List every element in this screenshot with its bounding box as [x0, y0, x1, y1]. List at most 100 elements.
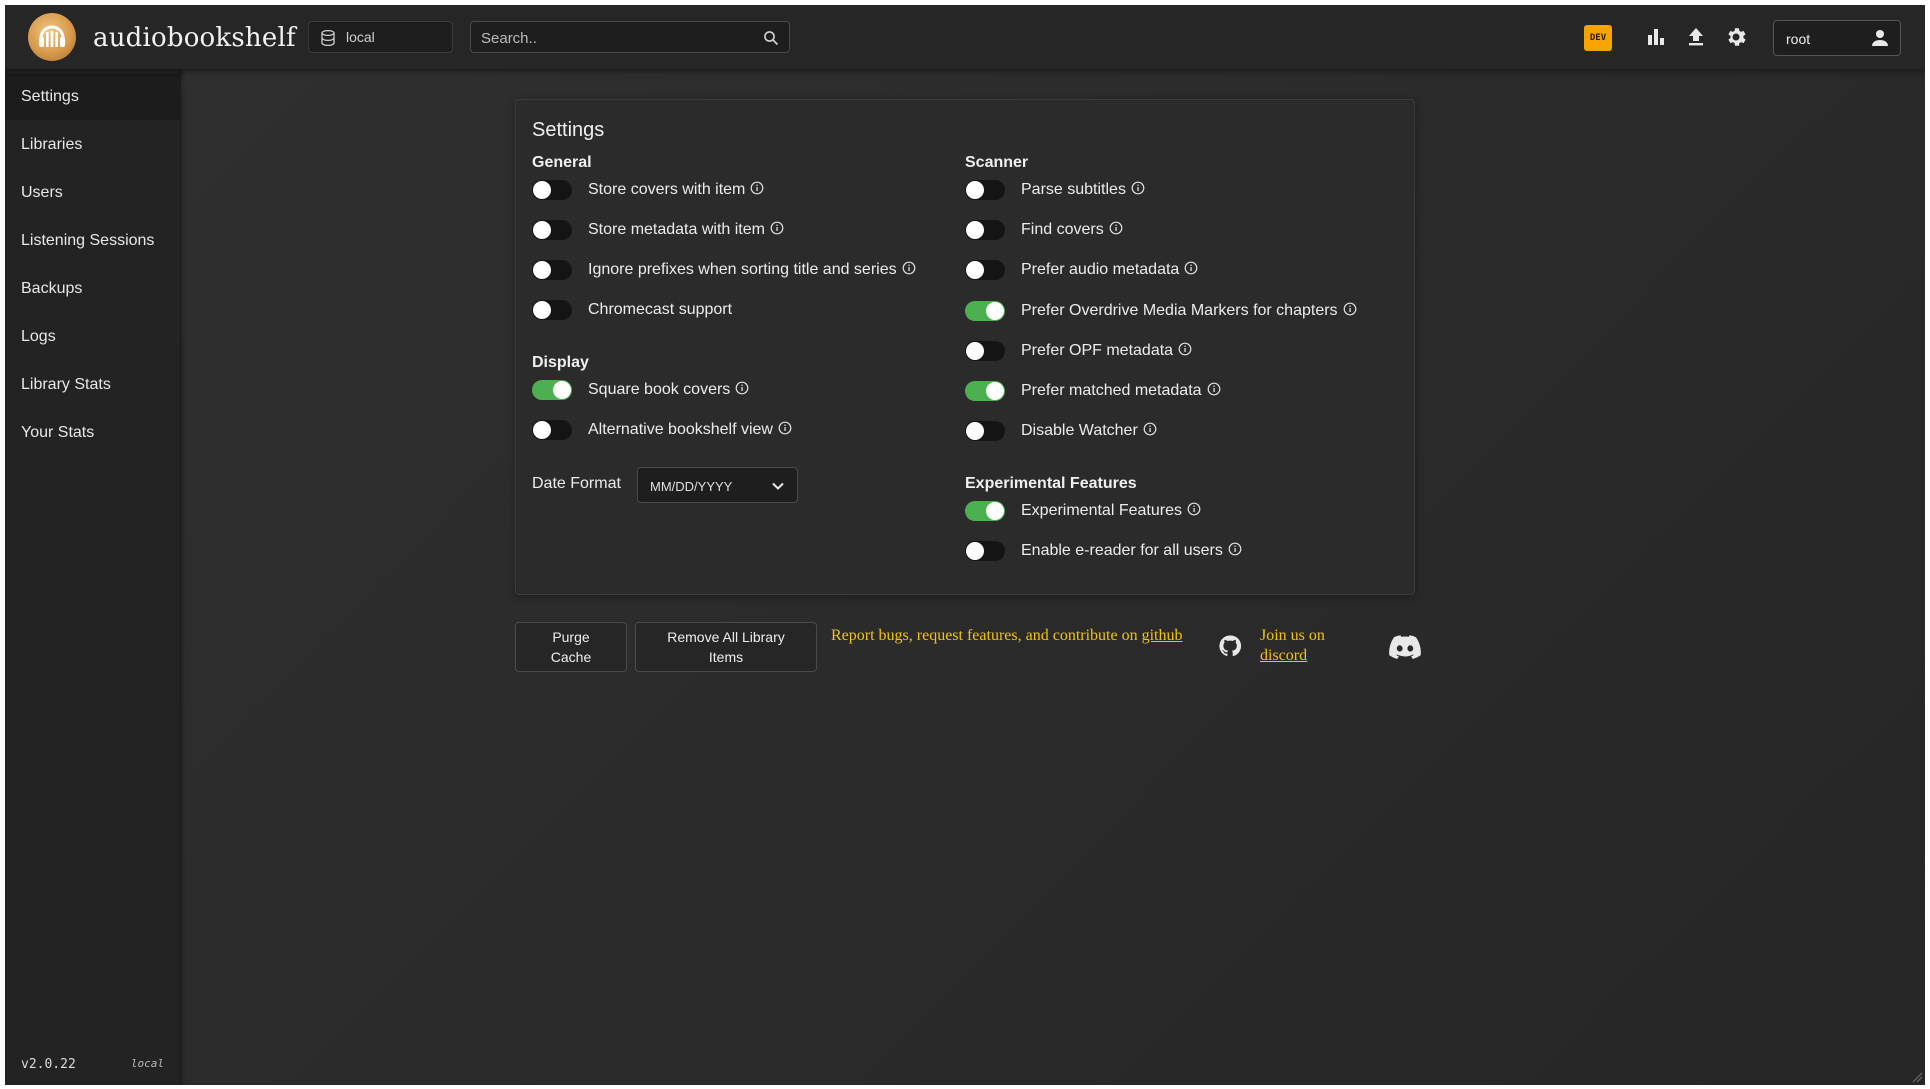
info-icon[interactable] [778, 421, 792, 435]
setting-prefer-opf: Prefer OPF metadata [965, 338, 1192, 364]
experimental-features-toggle[interactable] [965, 501, 1005, 521]
info-icon[interactable] [1184, 261, 1198, 275]
info-icon[interactable] [750, 181, 764, 195]
user-menu-button[interactable]: root [1773, 20, 1901, 56]
setting-chromecast: Chromecast support [532, 297, 732, 323]
setting-label: Prefer OPF metadata [1021, 342, 1174, 359]
date-format-select[interactable]: MM/DD/YYYY [637, 467, 798, 503]
info-icon[interactable] [1178, 342, 1192, 356]
prefer-opf-toggle[interactable] [965, 341, 1005, 361]
remove-all-library-items-button[interactable]: Remove All Library Items [635, 622, 817, 672]
prefer-overdrive-toggle[interactable] [965, 301, 1005, 321]
settings-title: Settings [532, 119, 605, 141]
username: root [1786, 31, 1811, 47]
info-icon[interactable] [1131, 181, 1145, 195]
setting-label: Prefer matched metadata [1021, 382, 1202, 399]
join-discord-text: Join us on discord [1260, 626, 1350, 666]
sidebar-item-listening-sessions[interactable]: Listening Sessions [5, 217, 181, 264]
sidebar-item-library-stats[interactable]: Library Stats [5, 361, 181, 408]
ignore-prefixes-toggle[interactable] [532, 260, 572, 280]
chromecast-toggle[interactable] [532, 300, 572, 320]
app-header: audiobookshelf local DEV [5, 5, 1925, 69]
info-icon[interactable] [1343, 302, 1357, 316]
date-format-value: MM/DD/YYYY [650, 479, 733, 494]
disable-watcher-toggle[interactable] [965, 421, 1005, 441]
info-icon[interactable] [770, 221, 784, 235]
purge-cache-button[interactable]: Purge Cache [515, 622, 627, 672]
github-icon[interactable] [1218, 634, 1242, 658]
setting-label: Store metadata with item [588, 221, 765, 238]
setting-label: Chromecast support [588, 301, 733, 318]
setting-ignore-prefixes: Ignore prefixes when sorting title and s… [532, 257, 916, 283]
setting-parse-subtitles: Parse subtitles [965, 177, 1145, 203]
setting-prefer-overdrive: Prefer Overdrive Media Markers for chapt… [965, 298, 1357, 324]
upload-icon[interactable] [1684, 25, 1708, 49]
square-covers-toggle[interactable] [532, 380, 572, 400]
setting-label: Disable Watcher [1021, 422, 1138, 439]
setting-disable-watcher: Disable Watcher [965, 418, 1157, 444]
setting-store-metadata: Store metadata with item [532, 217, 784, 243]
store-metadata-toggle[interactable] [532, 220, 572, 240]
sidebar: Settings Libraries Users Listening Sessi… [5, 69, 181, 1085]
search-icon[interactable] [763, 30, 779, 46]
info-icon[interactable] [735, 381, 749, 395]
info-icon[interactable] [1187, 502, 1201, 516]
enable-ereader-toggle[interactable] [965, 541, 1005, 561]
discord-icon[interactable] [1389, 635, 1421, 659]
setting-label: Square book covers [588, 381, 731, 398]
parse-subtitles-toggle[interactable] [965, 180, 1005, 200]
join-text: Join us on [1260, 627, 1325, 644]
setting-alt-bookshelf: Alternative bookshelf view [532, 417, 792, 443]
info-icon[interactable] [902, 261, 916, 275]
search-input[interactable] [481, 28, 751, 48]
library-name: local [346, 29, 375, 45]
info-icon[interactable] [1207, 382, 1221, 396]
sidebar-item-users[interactable]: Users [5, 169, 181, 216]
info-icon[interactable] [1228, 542, 1242, 556]
info-icon[interactable] [1109, 221, 1123, 235]
prefer-matched-toggle[interactable] [965, 381, 1005, 401]
app-logo-icon[interactable] [28, 13, 76, 61]
setting-label: Enable e-reader for all users [1021, 542, 1223, 559]
library-select[interactable]: local [308, 21, 453, 53]
settings-gear-icon[interactable] [1724, 25, 1748, 49]
display-section-title: Display [532, 354, 589, 371]
stats-icon[interactable] [1644, 25, 1668, 49]
find-covers-toggle[interactable] [965, 220, 1005, 240]
sidebar-item-your-stats[interactable]: Your Stats [5, 409, 181, 456]
sidebar-item-logs[interactable]: Logs [5, 313, 181, 360]
general-section-title: General [532, 154, 592, 171]
dev-badge: DEV [1584, 25, 1612, 51]
store-covers-toggle[interactable] [532, 180, 572, 200]
setting-prefer-audio-metadata: Prefer audio metadata [965, 257, 1198, 283]
setting-label: Parse subtitles [1021, 181, 1126, 198]
search-box [470, 21, 790, 53]
setting-square-covers: Square book covers [532, 377, 749, 403]
discord-link[interactable]: discord [1260, 647, 1307, 664]
setting-find-covers: Find covers [965, 217, 1123, 243]
info-icon[interactable] [1143, 422, 1157, 436]
setting-store-covers: Store covers with item [532, 177, 764, 203]
alt-bookshelf-toggle[interactable] [532, 420, 572, 440]
app-title[interactable]: audiobookshelf [93, 23, 296, 53]
setting-label: Prefer Overdrive Media Markers for chapt… [1021, 302, 1338, 319]
date-format-label: Date Format [532, 475, 621, 492]
settings-card: Settings General Store covers with item … [515, 99, 1415, 595]
setting-label: Alternative bookshelf view [588, 421, 773, 438]
setting-experimental-features: Experimental Features [965, 498, 1201, 524]
prefer-audio-metadata-toggle[interactable] [965, 260, 1005, 280]
sidebar-item-settings[interactable]: Settings [5, 73, 181, 120]
github-link[interactable]: github [1142, 627, 1183, 644]
setting-label: Store covers with item [588, 181, 746, 198]
sidebar-item-backups[interactable]: Backups [5, 265, 181, 312]
setting-label: Ignore prefixes when sorting title and s… [588, 261, 897, 278]
sidebar-item-libraries[interactable]: Libraries [5, 121, 181, 168]
scanner-section-title: Scanner [965, 154, 1029, 171]
report-bugs-text: Report bugs, request features, and contr… [831, 626, 1191, 646]
setting-enable-ereader: Enable e-reader for all users [965, 538, 1242, 564]
server-source: local [130, 1057, 164, 1070]
app-version: v2.0.22 [21, 1057, 76, 1072]
experimental-section-title: Experimental Features [965, 475, 1137, 492]
resize-grip-icon[interactable] [1911, 1071, 1923, 1083]
setting-label: Prefer audio metadata [1021, 261, 1180, 278]
